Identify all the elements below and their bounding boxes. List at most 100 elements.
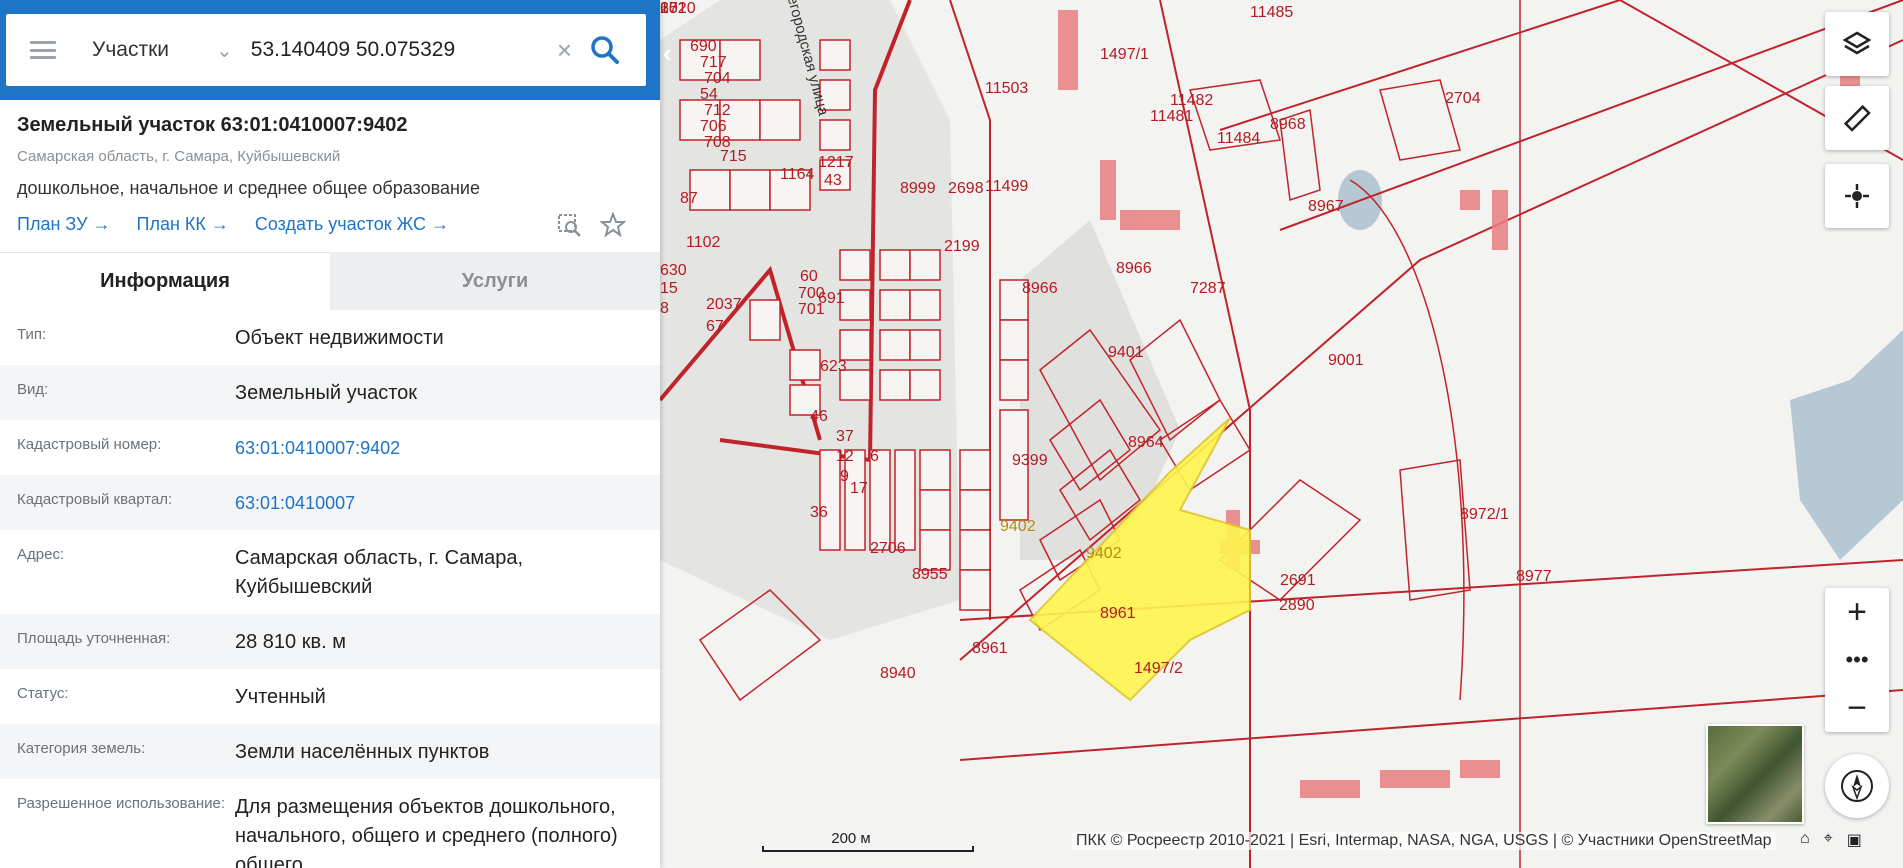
parcel-number-label: 623 [820,358,847,375]
parcel-number-label: 630 [660,262,687,279]
parcel-number-label: 17 [850,480,868,497]
parcel-number-label: 715 [720,148,747,165]
compass-icon [1841,770,1873,802]
parcel-number-label: 6 [870,448,879,465]
info-key: Адрес: [17,546,65,563]
info-value: 28 810 кв. м [235,631,346,653]
locate-button[interactable] [1825,164,1889,228]
tab-services[interactable]: Услуги [330,252,660,310]
info-row: Статус: Учтенный [0,669,660,724]
info-row: Кадастровый квартал: 63:01:0410007 [0,475,660,530]
layers-icon [1842,31,1872,55]
info-panel: Участки ⌄ 53.140409 50.075329 × Земельны… [0,0,660,868]
plus-icon[interactable]: + [1825,588,1889,636]
plan-kk-link[interactable]: План КК → [137,214,229,235]
parcel-number-label: 8964 [1128,434,1164,451]
parcel-number-label: 1497/2 [1134,660,1183,677]
crosshair-icon [1845,184,1869,208]
info-value: Самарская область, г. Самара, Куйбышевск… [235,547,524,598]
compass-button[interactable] [1825,754,1889,818]
info-value: Земельный участок [235,382,418,404]
info-key: Тип: [17,326,47,343]
parcel-address: Самарская область, г. Самара, Куйбышевск… [17,148,341,165]
parcel-number-label: 1164 [780,166,815,183]
parcel-number-label: 8968 [1270,116,1306,133]
parcel-number-label: 9399 [1012,452,1048,469]
layers-button[interactable] [1825,12,1889,76]
info-row: Разрешенное использование: Для размещени… [0,779,660,868]
parcel-number-label: 8967 [1308,198,1344,215]
parcel-number-label: 8966 [1116,260,1152,277]
ruler-button[interactable] [1825,86,1889,150]
parcel-number-label: 9402 [1086,545,1122,562]
search-in-area-icon[interactable] [556,212,582,243]
create-parcel-link[interactable]: Создать участок ЖС → [255,214,449,235]
parcel-number-label: 8961 [972,640,1008,657]
parcel-purpose: дошкольное, начальное и среднее общее об… [17,178,480,198]
cadastral-number-link[interactable]: 63:01:0410007:9402 [235,434,660,463]
scale-bar [762,846,974,852]
close-icon[interactable]: × [557,35,572,66]
crosshair-icon[interactable]: ⌖ [1824,830,1833,850]
cadastral-quarter-link[interactable]: 63:01:0410007 [235,489,660,518]
parcel-number-label: 1217 [818,154,854,171]
parcel-title: Земельный участок 63:01:0410007:9402 [17,114,408,136]
bottom-controls: ⌂ ⌖ ▣ [1800,830,1862,850]
home-icon[interactable]: ⌂ [1800,830,1810,850]
parcel-number-label: 87 [680,190,698,207]
parcel-number-label: 1497/1 [1100,46,1149,63]
parcel-number-label: 8977 [1516,568,1552,585]
ruler-icon [1843,104,1871,132]
parcel-number-label: 36 [810,504,828,521]
parcel-number-label: 8961 [1100,605,1136,622]
zoom-control: + ••• − [1825,588,1889,732]
panel-toggle-icon[interactable]: ▣ [1847,830,1862,850]
tab-information[interactable]: Информация [0,252,330,310]
info-row: Кадастровый номер: 63:01:0410007:9402 [0,420,660,475]
hamburger-icon[interactable] [30,41,56,59]
cadastral-map[interactable]: егородская улица 11485 1497/1 11482 11481 11… [660,0,1903,868]
parcel-number-label: 8999 [900,180,936,197]
plan-zu-link[interactable]: План ЗУ → [17,214,111,235]
info-key: Разрешенное использование: [17,795,225,812]
search-input[interactable]: 53.140409 50.075329 [251,38,557,62]
parcel-number-label: 2691 [1280,572,1316,589]
parcel-number-label: 691 [818,290,845,307]
parcel-number-label: 8940 [880,665,916,682]
parcel-number-label: 60 [800,268,818,285]
map-attribution: ПКК © Росреестр 2010-2021 | Esri, Interm… [1072,832,1776,850]
parcel-number-label: 9001 [1328,352,1364,369]
parcel-number-label: 2698 [948,180,984,197]
search-icon[interactable] [586,31,624,69]
minus-icon[interactable]: − [1825,684,1889,732]
parcel-links: План ЗУ → План КК → Создать участок ЖС → [17,214,449,235]
search-bar: Участки ⌄ 53.140409 50.075329 × [6,14,646,86]
parcel-number-label: 12 [836,448,854,465]
star-icon[interactable] [599,211,627,243]
info-key: Кадастровый квартал: [17,491,173,508]
parcel-number-label: 43 [824,172,842,189]
parcel-number-label: 8966 [1022,280,1058,297]
satellite-minimap[interactable] [1706,724,1804,824]
parcel-number-label: 9 [840,468,849,485]
info-table: Тип: Объект недвижимости Вид: Земельный … [0,310,660,868]
search-header: Участки ⌄ 53.140409 50.075329 × [0,0,660,100]
parcel-tools [556,211,627,243]
parcel-number-label: 37 [836,428,854,445]
parcel-number-label: 9402 [1000,518,1036,535]
parcel-number-label: 46 [810,408,828,425]
chevron-down-icon[interactable]: ⌄ [216,38,233,63]
search-type-select[interactable]: Участки [92,38,202,62]
parcel-number-label: 2704 [1445,90,1481,107]
parcel-number-label: 8 [660,300,669,317]
info-row: Категория земель: Земли населённых пункт… [0,724,660,779]
parcel-number-label: 2199 [944,238,980,255]
more-icon[interactable]: ••• [1825,636,1889,684]
collapse-panel-icon[interactable]: ‹ [663,38,672,69]
info-key: Вид: [17,381,49,398]
parcel-number-label: 11484 [1217,130,1261,147]
info-row: Адрес: Самарская область, г. Самара, Куй… [0,530,660,614]
info-value: Для размещения объектов дошкольного, нач… [235,796,618,868]
parcel-number-label: 67 [706,318,724,335]
parcel-number-label: 2706 [870,540,906,557]
